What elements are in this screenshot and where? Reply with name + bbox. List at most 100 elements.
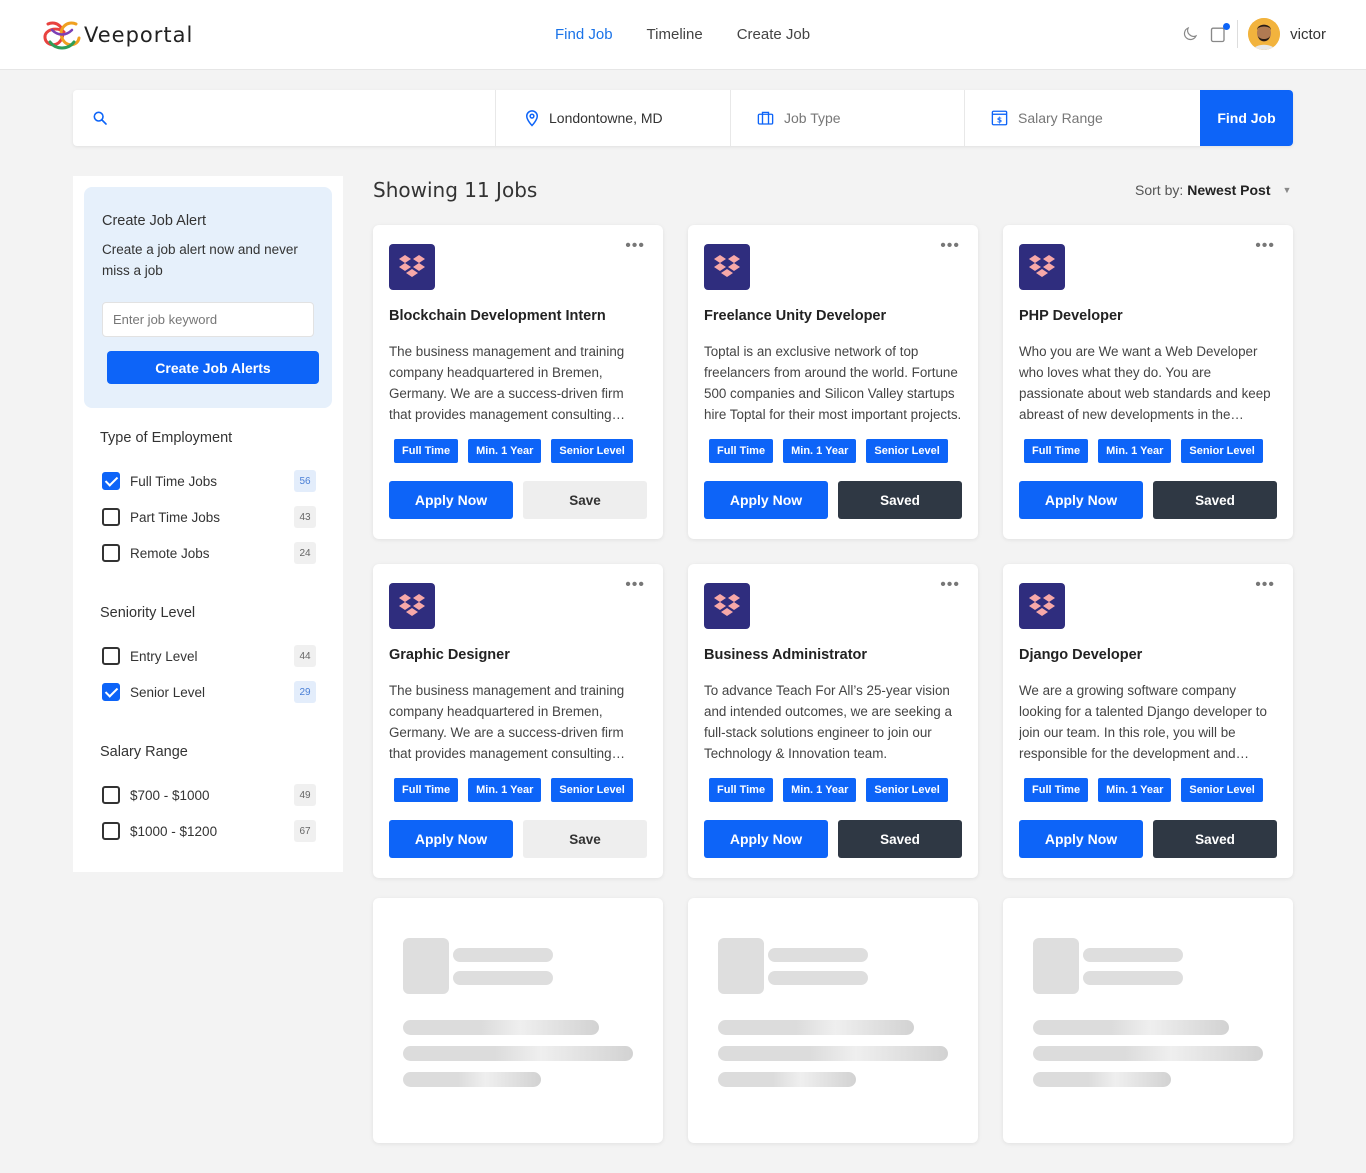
nav-create-job[interactable]: Create Job	[737, 26, 810, 43]
saved-button[interactable]: Saved	[838, 820, 962, 858]
skeleton-card	[373, 898, 663, 1143]
skeleton-line	[403, 1020, 599, 1035]
job-card[interactable]: ••• Blockchain Development Intern The busi…	[373, 225, 663, 539]
filter-label: Entry Level	[130, 648, 198, 664]
job-keyword-input[interactable]	[102, 302, 314, 337]
job-card[interactable]: ••• PHP Developer Who you are We want a We…	[1003, 225, 1293, 539]
sort-label: Sort by:	[1135, 182, 1184, 198]
job-search-bar: Londontowne, MD Job Type $ Salary Range …	[73, 90, 1293, 146]
filter-full-time[interactable]: Full Time Jobs 56	[102, 470, 316, 492]
briefcase-icon	[757, 111, 774, 125]
job-title[interactable]: Graphic Designer	[389, 647, 510, 663]
dropbox-logo-icon	[714, 594, 740, 616]
filter-entry-level[interactable]: Entry Level 44	[102, 645, 316, 667]
salary-dollar-icon: $	[991, 110, 1008, 126]
filter-remote[interactable]: Remote Jobs 24	[102, 542, 316, 564]
remote-checkbox[interactable]	[102, 544, 120, 562]
more-options-icon[interactable]: •••	[625, 237, 645, 255]
filter-salary-700-1000[interactable]: $700 - $1000 49	[102, 784, 316, 806]
skeleton-logo	[1033, 938, 1079, 994]
apply-now-button[interactable]: Apply Now	[704, 481, 828, 519]
filter-count: 44	[294, 645, 316, 667]
job-title[interactable]: PHP Developer	[1019, 308, 1123, 324]
user-avatar[interactable]	[1248, 18, 1281, 50]
job-title[interactable]: Freelance Unity Developer	[704, 308, 886, 324]
find-job-button[interactable]: Find Job	[1200, 90, 1293, 146]
skeleton-line	[1083, 948, 1183, 962]
saved-button[interactable]: Saved	[1153, 481, 1277, 519]
salary-1000-checkbox[interactable]	[102, 822, 120, 840]
search-icon	[92, 110, 108, 126]
more-options-icon[interactable]: •••	[1255, 576, 1275, 594]
job-tags: Full Time Min. 1 Year Senior Level	[709, 778, 948, 802]
full-time-checkbox[interactable]	[102, 472, 120, 490]
job-card[interactable]: ••• Django Developer We are a growing soft…	[1003, 564, 1293, 878]
location-field[interactable]: Londontowne, MD	[495, 90, 730, 146]
apply-now-button[interactable]: Apply Now	[389, 820, 513, 858]
keyword-search-input[interactable]	[119, 104, 489, 132]
entry-level-checkbox[interactable]	[102, 647, 120, 665]
company-logo	[389, 244, 435, 290]
skeleton-line	[1083, 971, 1183, 985]
skeleton-line	[768, 971, 868, 985]
brand-logo[interactable]: Veeportal	[42, 18, 193, 52]
job-tag: Full Time	[709, 439, 774, 463]
job-card[interactable]: ••• Graphic Designer The business manageme…	[373, 564, 663, 878]
sort-dropdown[interactable]: Sort by: Newest Post ▼	[1135, 182, 1291, 198]
salary-filter-title: Salary Range	[100, 744, 188, 760]
job-type-select[interactable]: Job Type	[730, 90, 964, 146]
filter-senior-level[interactable]: Senior Level 29	[102, 681, 316, 703]
job-tag: Senior Level	[866, 778, 948, 802]
salary-700-checkbox[interactable]	[102, 786, 120, 804]
filter-sidebar: Create Job Alert Create a job alert now …	[73, 176, 343, 872]
more-options-icon[interactable]: •••	[625, 576, 645, 594]
user-name[interactable]: victor	[1290, 26, 1326, 43]
salary-range-select[interactable]: $ Salary Range	[964, 90, 1200, 146]
caret-down-icon: ▼	[1282, 185, 1292, 195]
skeleton-card	[1003, 898, 1293, 1143]
apply-now-button[interactable]: Apply Now	[389, 481, 513, 519]
save-button[interactable]: Save	[523, 820, 647, 858]
filter-part-time[interactable]: Part Time Jobs 43	[102, 506, 316, 528]
apply-now-button[interactable]: Apply Now	[1019, 481, 1143, 519]
saved-button[interactable]: Saved	[1153, 820, 1277, 858]
saved-button[interactable]: Saved	[838, 481, 962, 519]
skeleton-line	[453, 971, 553, 985]
job-tags: Full Time Min. 1 Year Senior Level	[394, 778, 633, 802]
notification-icon[interactable]	[1209, 23, 1231, 44]
job-description: We are a growing software company lookin…	[1019, 683, 1267, 761]
filter-label: Full Time Jobs	[130, 473, 218, 489]
dark-mode-moon-icon[interactable]	[1181, 25, 1199, 43]
filter-label: Part Time Jobs	[130, 509, 221, 525]
part-time-checkbox[interactable]	[102, 508, 120, 526]
main-nav: Find Job Timeline Create Job	[555, 26, 810, 43]
more-options-icon[interactable]: •••	[1255, 237, 1275, 255]
create-job-alerts-button[interactable]: Create Job Alerts	[107, 351, 319, 384]
job-tag: Min. 1 Year	[783, 778, 857, 802]
job-tag: Senior Level	[1181, 439, 1263, 463]
filter-salary-1000-1200[interactable]: $1000 - $1200 67	[102, 820, 316, 842]
job-tag: Min. 1 Year	[783, 439, 857, 463]
job-tag: Min. 1 Year	[1098, 439, 1172, 463]
job-card[interactable]: ••• Business Administrator To advance Teac…	[688, 564, 978, 878]
apply-now-button[interactable]: Apply Now	[1019, 820, 1143, 858]
job-title[interactable]: Django Developer	[1019, 647, 1142, 663]
brand-name: Veeportal	[84, 23, 194, 47]
nav-find-job[interactable]: Find Job	[555, 26, 613, 43]
topbar-divider	[1237, 20, 1239, 48]
filter-label: $1000 - $1200	[130, 823, 218, 839]
job-title[interactable]: Blockchain Development Intern	[389, 308, 606, 324]
nav-timeline[interactable]: Timeline	[647, 26, 703, 43]
save-button[interactable]: Save	[523, 481, 647, 519]
apply-now-button[interactable]: Apply Now	[704, 820, 828, 858]
job-tag: Min. 1 Year	[468, 439, 542, 463]
more-options-icon[interactable]: •••	[940, 237, 960, 255]
filter-label: Remote Jobs	[130, 545, 210, 561]
senior-level-checkbox[interactable]	[102, 683, 120, 701]
more-options-icon[interactable]: •••	[940, 576, 960, 594]
filter-count: 67	[294, 820, 316, 842]
job-alert-box: Create Job Alert Create a job alert now …	[84, 187, 332, 408]
job-title[interactable]: Business Administrator	[704, 647, 867, 663]
skeleton-card	[688, 898, 978, 1143]
job-card[interactable]: ••• Freelance Unity Developer Toptal is an…	[688, 225, 978, 539]
